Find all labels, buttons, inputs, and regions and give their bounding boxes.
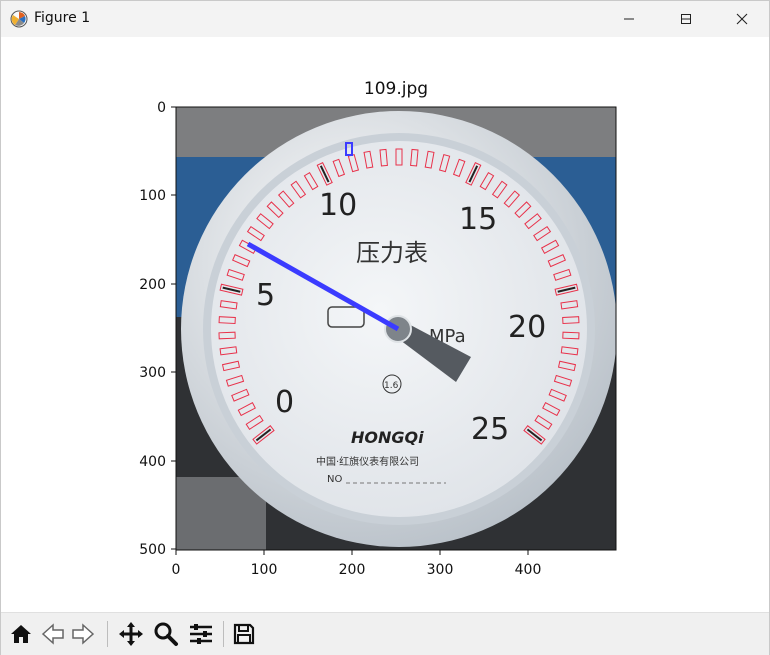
dial-number-10: 10 xyxy=(319,188,357,223)
accuracy-class-mark: 1.6 xyxy=(384,381,399,391)
dial-number-5: 5 xyxy=(256,278,275,313)
window-title: Figure 1 xyxy=(34,10,91,26)
y-tick-label: 200 xyxy=(139,277,166,293)
y-tick-label: 300 xyxy=(139,365,166,381)
y-tick-label: 400 xyxy=(139,454,166,470)
navigation-toolbar xyxy=(1,612,769,655)
x-tick-label: 300 xyxy=(427,562,454,578)
close-icon xyxy=(736,13,748,25)
figure-window: Figure 1 109.jpg 0 5 10 15 20 25 压力表 MPa… xyxy=(0,0,770,655)
configure-subplots-icon xyxy=(190,624,212,644)
gauge-name-chinese: 压力表 xyxy=(356,239,428,267)
save-button[interactable] xyxy=(229,620,259,648)
zoom-button[interactable] xyxy=(151,620,181,648)
save-disk-icon xyxy=(233,623,255,645)
pan-button[interactable] xyxy=(116,620,146,648)
y-axis: 0 100 200 300 400 500 xyxy=(139,100,176,558)
dial-number-0: 0 xyxy=(275,385,294,420)
maximize-button[interactable] xyxy=(658,1,714,37)
x-tick-label: 400 xyxy=(515,562,542,578)
serial-label: NO xyxy=(327,474,342,485)
dial-number-20: 20 xyxy=(508,310,546,345)
toolbar-separator xyxy=(223,621,224,647)
back-arrow-icon xyxy=(41,623,64,645)
figure-canvas[interactable]: 109.jpg 0 5 10 15 20 25 压力表 MPa HONGQi 中… xyxy=(1,37,769,612)
close-button[interactable] xyxy=(714,1,770,37)
toolbar-separator xyxy=(107,621,108,647)
matplotlib-app-icon xyxy=(10,10,28,28)
dial-number-25: 25 xyxy=(471,412,509,447)
pan-move-icon xyxy=(119,622,143,646)
x-tick-label: 200 xyxy=(339,562,366,578)
minimize-icon xyxy=(624,18,634,20)
y-tick-label: 100 xyxy=(139,188,166,204)
brand-label: HONGQi xyxy=(351,428,424,447)
forward-button[interactable] xyxy=(68,620,98,648)
maker-label: 中国·红旗仪表有限公司 xyxy=(316,455,419,468)
x-tick-label: 0 xyxy=(172,562,181,578)
zoom-magnifier-icon xyxy=(154,622,178,646)
title-bar[interactable]: Figure 1 xyxy=(1,1,769,37)
y-tick-label: 0 xyxy=(157,100,166,116)
maximize-icon xyxy=(681,14,691,24)
x-axis: 0 100 200 300 400 xyxy=(172,550,542,578)
dial-number-15: 15 xyxy=(459,202,497,237)
forward-arrow-icon xyxy=(72,623,95,645)
axes-plot[interactable]: 0 5 10 15 20 25 压力表 MPa HONGQi 中国·红旗仪表有限… xyxy=(1,37,769,612)
configure-subplots-button[interactable] xyxy=(186,620,216,648)
back-button[interactable] xyxy=(38,620,68,648)
x-tick-label: 100 xyxy=(251,562,278,578)
y-tick-label: 500 xyxy=(139,542,166,558)
home-icon xyxy=(11,625,31,643)
minimize-button-real[interactable] xyxy=(601,1,657,37)
home-button[interactable] xyxy=(6,620,36,648)
